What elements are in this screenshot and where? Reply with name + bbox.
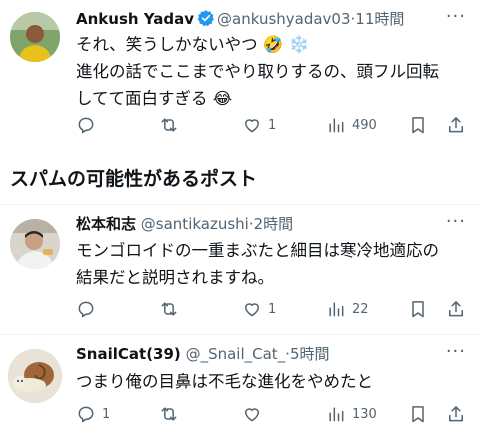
bookmark-icon <box>412 301 424 318</box>
post-header: 松本和志 @santikazushi·2時間 <box>76 213 293 234</box>
post-matsumoto[interactable]: 松本和志 @santikazushi·2時間 ··· モンゴロイドの一重まぶたと… <box>0 205 480 335</box>
like-button[interactable] <box>242 402 268 426</box>
views-count: 22 <box>352 301 369 317</box>
action-bar: 1 22 <box>76 297 468 321</box>
repost-button[interactable] <box>159 402 185 426</box>
views-icon <box>329 407 344 422</box>
verified-badge-icon <box>197 9 215 31</box>
timestamp[interactable]: 5時間 <box>290 345 330 363</box>
post-text: モンゴロイドの一重まぶたと細目は寒冷地適応の 結果だと説明されますね。 <box>76 237 468 291</box>
post-text-line: 結果だと説明されますね。 <box>76 268 274 287</box>
share-button[interactable] <box>446 113 466 137</box>
display-name[interactable]: SnailCat(39) <box>76 345 181 363</box>
display-name[interactable]: 松本和志 <box>76 215 136 233</box>
handle[interactable]: @santikazushi <box>141 215 249 233</box>
post-ankush[interactable]: Ankush Yadav @ankushyadav03·11時間 ··· それ、笑… <box>0 0 480 150</box>
views-icon <box>329 118 344 133</box>
post-text-line: それ、笑うしかないやつ 🤣 ❄️ <box>76 35 310 54</box>
more-options-icon[interactable]: ··· <box>446 211 466 232</box>
views-count: 130 <box>352 406 377 422</box>
post-text: つまり俺の目鼻は不毛な進化をやめたと <box>76 368 468 395</box>
views-button[interactable]: 22 <box>326 297 369 321</box>
views-button[interactable]: 490 <box>326 113 377 137</box>
reply-icon <box>78 117 94 134</box>
bookmark-icon <box>412 406 424 423</box>
like-icon <box>245 303 259 317</box>
post-text-line: モンゴロイドの一重まぶたと細目は寒冷地適応の <box>76 241 439 260</box>
action-bar: 1 490 <box>76 113 468 137</box>
reply-icon <box>78 301 94 318</box>
post-text: それ、笑うしかないやつ 🤣 ❄️ 進化の話でここまでやり取りするの、頭フル回転 … <box>76 31 468 112</box>
avatar[interactable] <box>10 12 60 62</box>
repost-icon <box>161 118 177 132</box>
more-options-icon[interactable]: ··· <box>446 341 466 362</box>
like-button[interactable]: 1 <box>242 297 276 321</box>
reply-button[interactable]: 1 <box>76 402 110 426</box>
reply-icon <box>78 406 94 423</box>
post-text-line: 進化の話でここまでやり取りするの、頭フル回転 <box>76 62 439 81</box>
reply-button[interactable] <box>76 297 102 321</box>
repost-icon <box>161 302 177 316</box>
like-icon <box>245 408 259 422</box>
like-count: 1 <box>268 301 277 317</box>
post-header: SnailCat(39) @_Snail_Cat_·5時間 <box>76 343 330 364</box>
section-title: スパムの可能性があるポスト <box>10 168 258 190</box>
reply-count: 1 <box>102 406 111 422</box>
share-button[interactable] <box>446 402 466 426</box>
timestamp[interactable]: 11時間 <box>355 10 404 28</box>
share-button[interactable] <box>446 297 466 321</box>
repost-button[interactable] <box>159 297 185 321</box>
like-button[interactable]: 1 <box>242 113 276 137</box>
post-snailcat[interactable]: SnailCat(39) @_Snail_Cat_·5時間 ··· つまり俺の目… <box>0 335 480 435</box>
repost-button[interactable] <box>159 113 185 137</box>
timestamp[interactable]: 2時間 <box>254 215 294 233</box>
views-icon <box>329 302 344 317</box>
like-count: 1 <box>268 117 277 133</box>
handle[interactable]: @ankushyadav03 <box>217 10 351 28</box>
like-icon <box>245 119 259 133</box>
share-icon <box>449 301 463 317</box>
more-options-icon[interactable]: ··· <box>446 6 466 27</box>
reply-button[interactable] <box>76 113 102 137</box>
repost-icon <box>161 407 177 421</box>
avatar[interactable] <box>10 219 60 269</box>
bookmark-button[interactable] <box>408 297 428 321</box>
views-count: 490 <box>352 117 377 133</box>
bookmark-icon <box>412 117 424 134</box>
share-icon <box>449 406 463 422</box>
bookmark-button[interactable] <box>408 402 428 426</box>
bookmark-button[interactable] <box>408 113 428 137</box>
views-button[interactable]: 130 <box>326 402 377 426</box>
post-text-line: してて面白すぎる 😂 <box>76 89 233 108</box>
display-name[interactable]: Ankush Yadav <box>76 10 194 28</box>
action-bar: 1 130 <box>76 402 468 426</box>
post-header: Ankush Yadav @ankushyadav03·11時間 <box>76 8 404 31</box>
share-icon <box>449 117 463 133</box>
handle[interactable]: @_Snail_Cat_ <box>186 345 286 363</box>
avatar[interactable] <box>8 349 62 403</box>
post-text-line: つまり俺の目鼻は不毛な進化をやめたと <box>76 372 373 391</box>
